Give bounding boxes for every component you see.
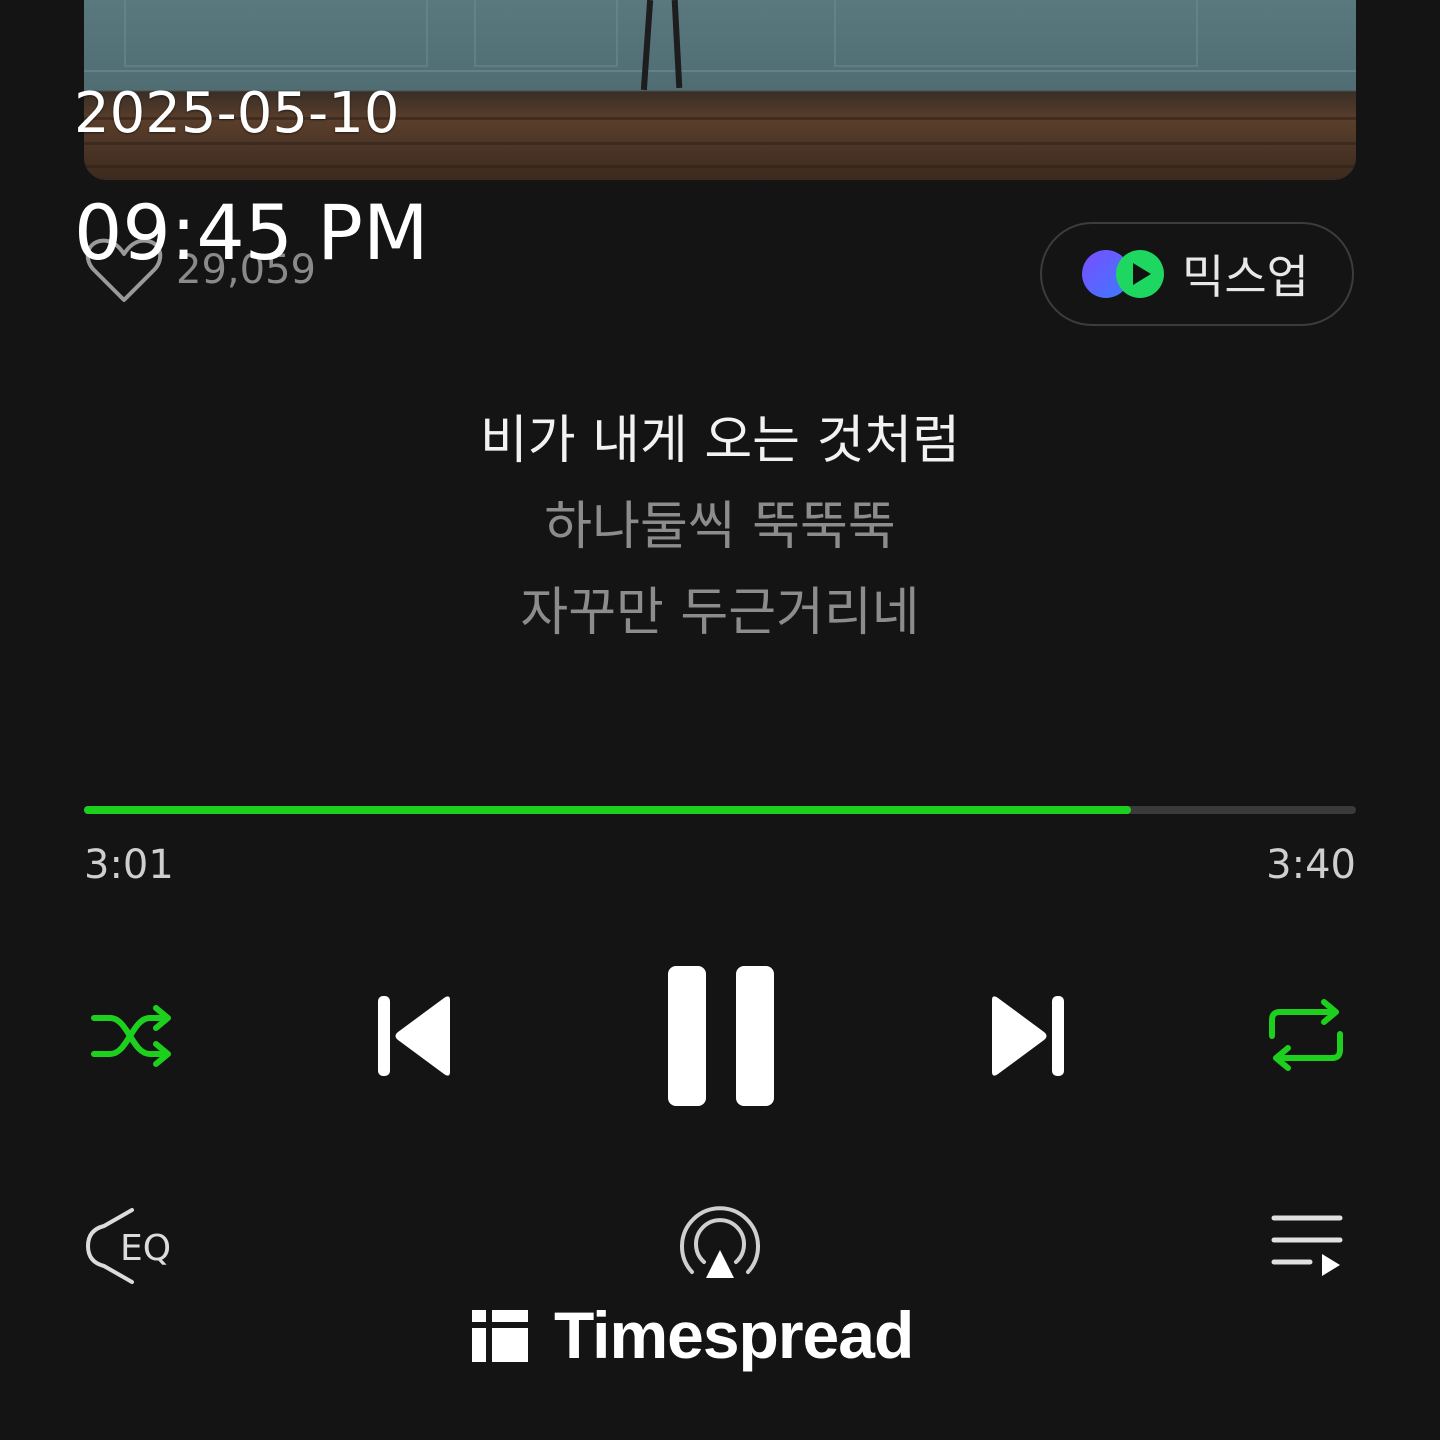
lyric-line: 하나둘씩 뚝뚝뚝 [544, 497, 896, 557]
album-wall-line [84, 70, 1356, 72]
overlay-time: 09:45 PM [74, 188, 429, 277]
overlay-date: 2025-05-10 [74, 81, 400, 146]
album-chair-leg [640, 0, 654, 91]
brand-name: Timespread [554, 1298, 914, 1372]
pause-icon[interactable] [666, 964, 776, 1108]
mixup-label: 믹스업 [1182, 250, 1309, 304]
shuffle-icon[interactable] [88, 1000, 178, 1072]
album-chair-leg [671, 0, 683, 89]
airplay-icon[interactable] [678, 1206, 762, 1282]
repeat-icon[interactable] [1264, 996, 1348, 1074]
album-wall-panel [124, 0, 428, 67]
progress-bar[interactable] [84, 806, 1356, 814]
timespread-logo-icon [472, 1310, 528, 1362]
lyrics-panel[interactable]: 비가 내게 오는 것처럼 하나둘씩 뚝뚝뚝 자꾸만 두근거리네 [0, 398, 1440, 656]
lyric-line: 자꾸만 두근거리네 [520, 583, 920, 643]
skip-next-icon[interactable] [988, 994, 1066, 1078]
svg-text:EQ: EQ [120, 1228, 171, 1269]
eq-icon[interactable]: EQ [84, 1206, 186, 1286]
album-wall-panel [474, 0, 618, 67]
lyric-line-current: 비가 내게 오는 것처럼 [479, 411, 961, 471]
mixup-button[interactable]: 믹스업 [1040, 222, 1354, 326]
elapsed-time: 3:01 [84, 842, 174, 888]
playlist-icon[interactable] [1270, 1212, 1346, 1280]
progress-fill [84, 806, 1131, 814]
brand-watermark: Timespread [470, 1298, 914, 1372]
album-wall-panel [834, 0, 1198, 67]
skip-previous-icon[interactable] [376, 994, 454, 1078]
total-duration: 3:40 [1266, 842, 1356, 888]
album-floor-line [84, 165, 1356, 168]
mixup-icon [1082, 250, 1164, 298]
